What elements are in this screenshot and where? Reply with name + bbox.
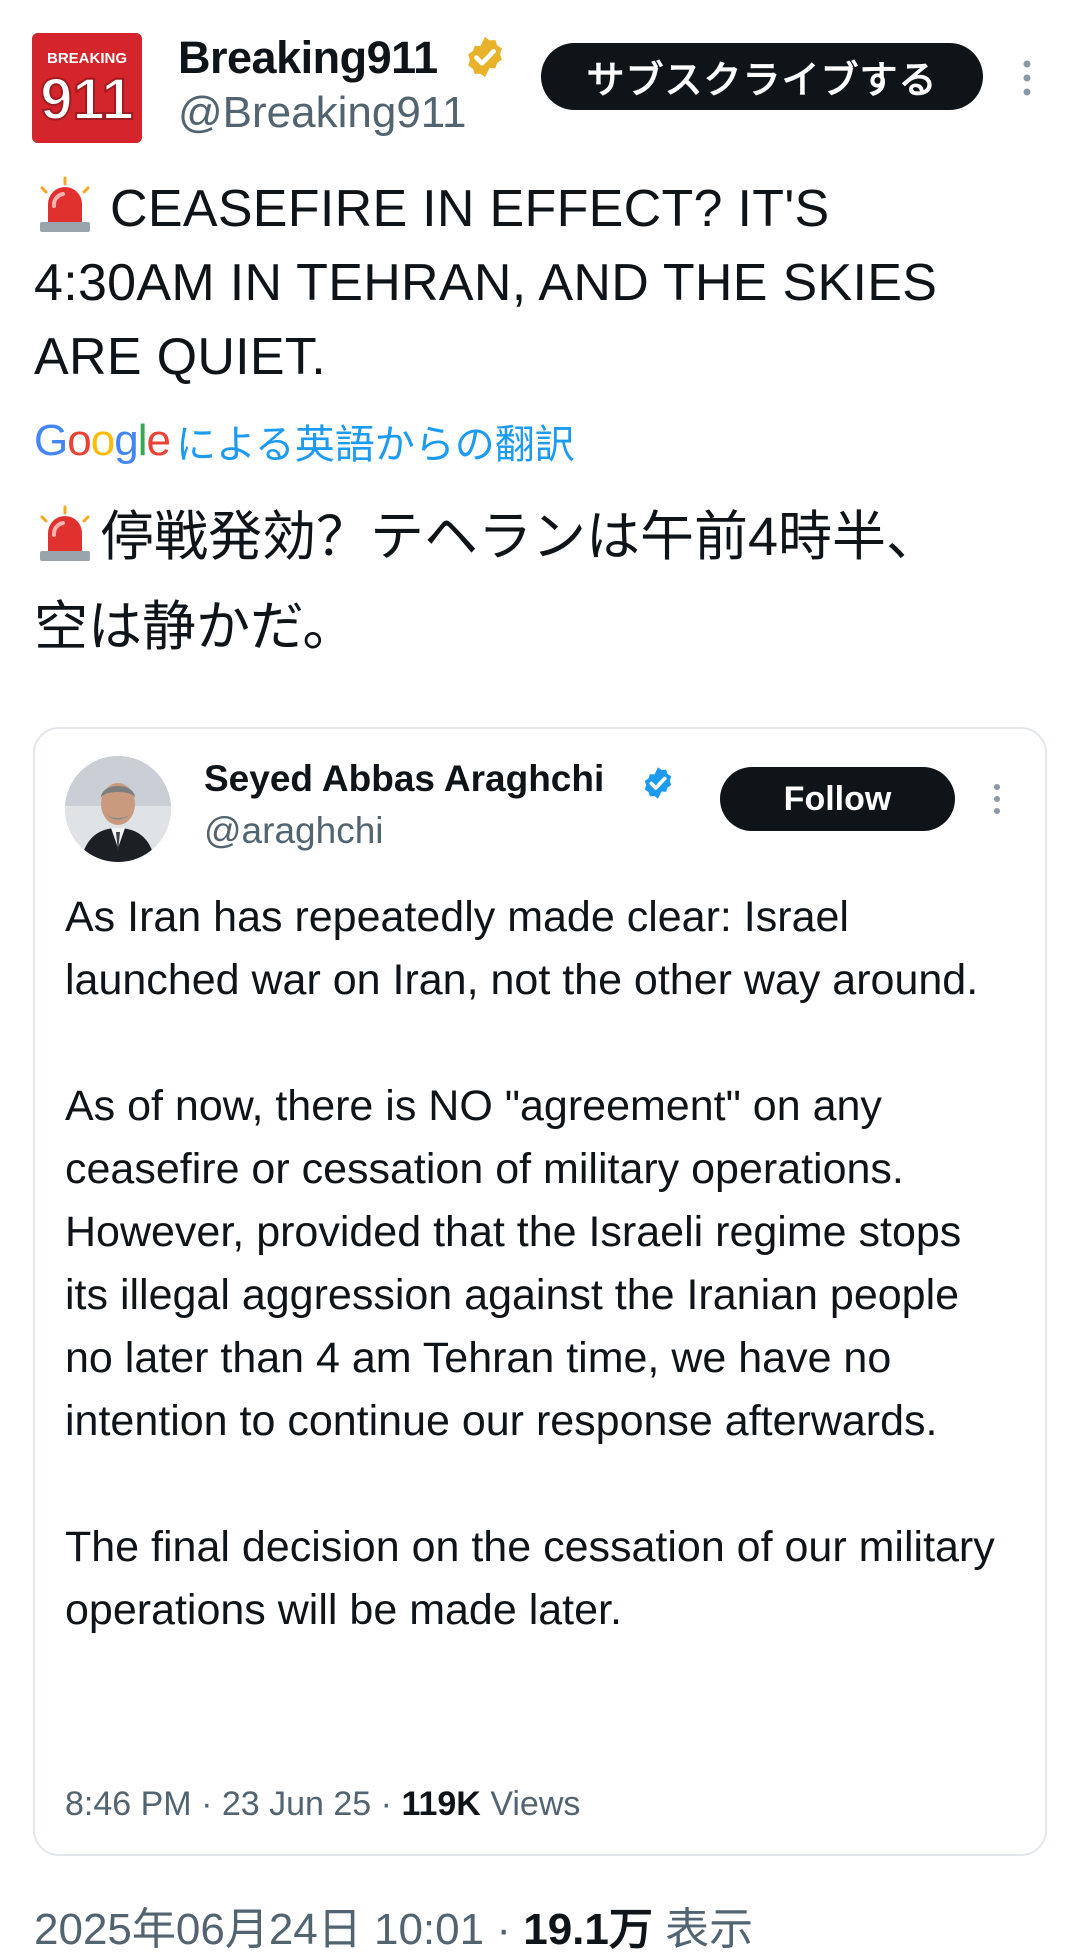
quoted-more-options-icon[interactable] bbox=[990, 782, 1004, 816]
logo-text-top: BREAKING bbox=[47, 50, 127, 67]
quoted-views-label: Views bbox=[490, 1785, 581, 1823]
quoted-date[interactable]: 23 Jun 25 bbox=[222, 1785, 371, 1823]
quoted-author-handle[interactable]: @araghchi bbox=[204, 810, 384, 852]
separator-dot: · bbox=[201, 1785, 213, 1823]
separator-dot: · bbox=[380, 1785, 392, 1823]
quoted-tweet-body: As Iran has repeatedly made clear: Israe… bbox=[65, 886, 1015, 1642]
post-views-label: 表示 bbox=[665, 1905, 754, 1954]
translation-attribution[interactable]: Google による英語からの翻訳 bbox=[34, 416, 575, 467]
logo-text-main: 911 bbox=[40, 67, 134, 132]
quoted-author-avatar[interactable] bbox=[65, 756, 171, 862]
quoted-views-count: 119K bbox=[401, 1785, 481, 1823]
quoted-paragraph: As Iran has repeatedly made clear: Israe… bbox=[65, 893, 979, 1004]
quoted-time[interactable]: 8:46 PM bbox=[65, 1785, 192, 1823]
tweet-text: CEASEFIRE IN EFFECT? IT'S 4:30AM IN TEHR… bbox=[34, 172, 1034, 394]
follow-button[interactable]: Follow bbox=[720, 767, 955, 831]
siren-emoji-icon bbox=[40, 176, 90, 232]
breaking911-logo[interactable]: BREAKING 911 bbox=[32, 33, 142, 143]
verified-gold-badge-icon bbox=[468, 36, 502, 78]
separator-dot: · bbox=[496, 1905, 511, 1954]
post-meta: 2025年06月24日 10:01 · 19.1万 表示 bbox=[34, 1893, 753, 1957]
verified-blue-badge-icon bbox=[644, 767, 672, 799]
translation-label[interactable]: による英語からの翻訳 bbox=[176, 412, 575, 470]
quoted-tweet-meta: 8:46 PM · 23 Jun 25 · 119K Views bbox=[65, 1785, 580, 1824]
translated-text-content: 停戦発効？テヘランは午前4時半、 空は静かだ。 bbox=[34, 507, 941, 657]
google-logo: Google bbox=[34, 416, 171, 465]
tweet-text-content: CEASEFIRE IN EFFECT? IT'S 4:30AM IN TEHR… bbox=[34, 180, 938, 386]
post-timestamp[interactable]: 2025年06月24日 10:01 bbox=[34, 1905, 484, 1954]
author-handle[interactable]: @Breaking911 bbox=[178, 88, 466, 138]
avatar-photo bbox=[65, 756, 171, 862]
post-views-count: 19.1万 bbox=[523, 1905, 653, 1954]
translated-text: 停戦発効？テヘランは午前4時半、 空は静かだ。 bbox=[34, 492, 1034, 672]
quoted-paragraph: The final decision on the cessation of o… bbox=[65, 1523, 995, 1634]
quoted-author-display-name[interactable]: Seyed Abbas Araghchi bbox=[204, 758, 604, 800]
subscribe-button[interactable]: サブスクライブする bbox=[541, 43, 983, 110]
more-options-icon[interactable] bbox=[1018, 58, 1036, 98]
siren-emoji-icon bbox=[40, 505, 90, 561]
author-display-name[interactable]: Breaking911 bbox=[178, 32, 438, 84]
breaking911-logo-graphic: BREAKING 911 bbox=[32, 33, 142, 143]
quoted-paragraph: As of now, there is NO "agreement" on an… bbox=[65, 1082, 962, 1445]
